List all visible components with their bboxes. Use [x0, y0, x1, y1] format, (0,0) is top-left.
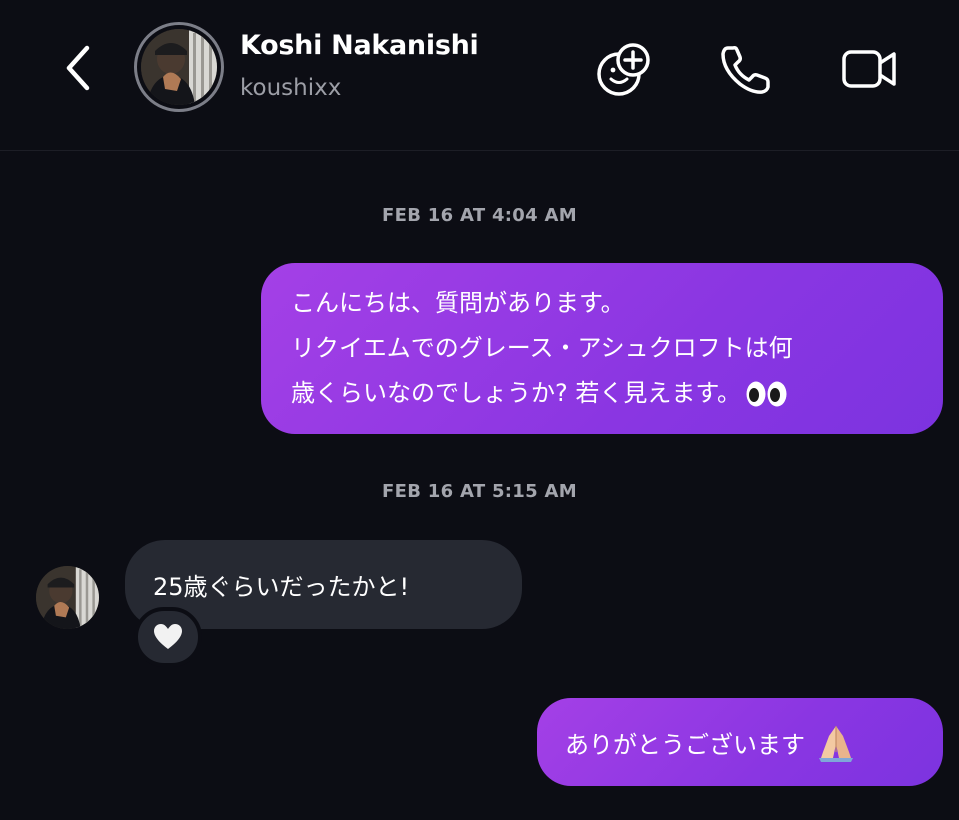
- sender-avatar[interactable]: [36, 566, 99, 629]
- message-timestamp: FEB 16 AT 5:15 AM: [382, 481, 577, 502]
- avatar-photo: [141, 29, 217, 105]
- message-text: 25歳ぐらいだったかと!: [153, 573, 410, 601]
- sticker-add-icon: [597, 43, 650, 96]
- video-camera-icon: [842, 50, 896, 88]
- chevron-left-icon: [66, 45, 90, 91]
- white-heart-icon: [154, 624, 182, 649]
- message-reaction[interactable]: [134, 607, 202, 667]
- voice-call-button[interactable]: [714, 38, 776, 100]
- chat-header: Koshi Nakanishi koushixx: [0, 0, 959, 151]
- eyes-emoji-icon: [746, 381, 787, 407]
- outgoing-message-bubble[interactable]: ありがとうございます: [537, 698, 943, 786]
- message-text-line: こんにちは、質問があります。: [291, 289, 625, 317]
- contact-username[interactable]: koushixx: [240, 75, 341, 101]
- contact-display-name[interactable]: Koshi Nakanishi: [240, 30, 479, 61]
- message-text-line: リクイエムでのグレース・アシュクロフトは何: [291, 334, 793, 362]
- back-button[interactable]: [55, 40, 105, 96]
- phone-icon: [721, 46, 770, 94]
- message-timestamp: FEB 16 AT 4:04 AM: [382, 205, 577, 226]
- sticker-add-button[interactable]: [593, 38, 655, 100]
- video-call-button[interactable]: [838, 38, 900, 100]
- folded-hands-emoji-icon: [819, 726, 853, 762]
- message-text: 歳くらいなのでしょうか? 若く見えます。: [291, 379, 741, 407]
- message-text-line: 歳くらいなのでしょうか? 若く見えます。: [291, 371, 913, 416]
- outgoing-message-bubble[interactable]: こんにちは、質問があります。 リクイエムでのグレース・アシュクロフトは何 歳くら…: [261, 263, 943, 434]
- profile-avatar[interactable]: [134, 22, 224, 112]
- message-text: ありがとうございます: [565, 730, 805, 759]
